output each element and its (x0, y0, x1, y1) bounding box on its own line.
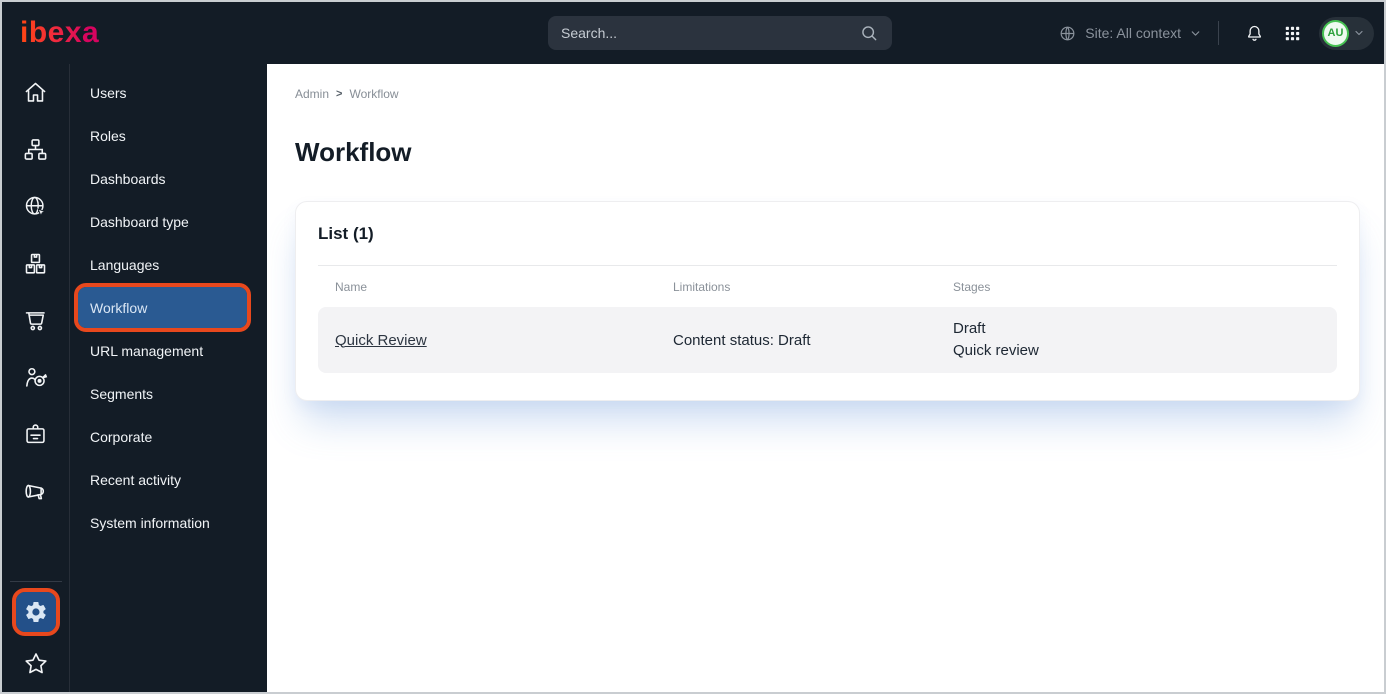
topbar: ibexa Search... Site: All context AU (2, 2, 1384, 64)
card-divider (318, 265, 1337, 266)
main-content: Admin > Workflow Workflow List (1) Name … (267, 64, 1384, 692)
chevron-down-icon (1189, 27, 1202, 40)
sidebar-item-roles[interactable]: Roles (70, 114, 267, 157)
avatar: AU (1322, 19, 1349, 47)
table-header: Name Limitations Stages (318, 280, 1337, 294)
sidebar-item-system-information[interactable]: System information (70, 501, 267, 544)
sidebar-item-dashboard-type[interactable]: Dashboard type (70, 200, 267, 243)
rail-item-site[interactable] (8, 178, 64, 235)
star-icon (22, 650, 50, 678)
sidebar-item-corporate[interactable]: Corporate (70, 415, 267, 458)
icon-rail (2, 64, 70, 692)
page-title: Workflow (295, 137, 412, 167)
sidebar-item-url-management[interactable]: URL management (70, 329, 267, 372)
rail-item-marketing[interactable] (8, 463, 64, 520)
rail-item-customers[interactable] (8, 349, 64, 406)
rail-item-admin-active[interactable] (11, 588, 60, 636)
breadcrumb-workflow: Workflow (349, 87, 399, 101)
workflow-stages: Draft Quick review (953, 318, 1320, 362)
chevron-down-icon (1353, 27, 1365, 39)
site-context-label: Site: All context (1085, 25, 1181, 41)
ibexa-logo[interactable]: ibexa (20, 16, 99, 50)
app-window: ibexa Search... Site: All context AU Use… (0, 0, 1386, 694)
column-header-stages: Stages (953, 280, 991, 294)
list-card-title: List (1) (318, 224, 374, 243)
gear-icon (24, 600, 48, 624)
person-target-icon (22, 364, 49, 391)
grid-icon (1283, 24, 1302, 43)
cart-icon (22, 307, 49, 334)
rail-item-bookmarks[interactable] (8, 644, 64, 684)
breadcrumb: Admin > Workflow (295, 87, 1360, 101)
global-search-input[interactable]: Search... (548, 16, 892, 50)
sidebar-item-workflow[interactable]: Workflow (74, 283, 251, 332)
topbar-divider (1218, 21, 1219, 45)
rail-item-product-catalog[interactable] (8, 235, 64, 292)
sidebar-item-dashboards[interactable]: Dashboards (70, 157, 267, 200)
search-placeholder: Search... (561, 25, 618, 41)
breadcrumb-admin[interactable]: Admin (295, 87, 329, 101)
topbar-right: Site: All context AU (1058, 16, 1374, 50)
workflow-list-card: List (1) Name Limitations Stages Quick R… (295, 201, 1360, 401)
id-badge-icon (22, 421, 49, 448)
sidebar-item-segments[interactable]: Segments (70, 372, 267, 415)
rail-item-content-tree[interactable] (8, 121, 64, 178)
packages-icon (22, 250, 49, 277)
notifications-button[interactable] (1239, 18, 1270, 49)
column-header-limitations: Limitations (673, 280, 731, 294)
globe-cursor-icon (22, 193, 49, 220)
globe-icon (1058, 24, 1077, 43)
home-icon (22, 79, 49, 106)
workflow-name-link[interactable]: Quick Review (335, 332, 427, 349)
search-icon (859, 23, 879, 43)
rail-divider (9, 581, 62, 582)
bell-icon (1244, 23, 1265, 44)
breadcrumb-separator: > (336, 88, 343, 100)
rail-item-dashboard[interactable] (8, 64, 64, 121)
stage-item: Draft (953, 320, 986, 337)
app-switcher-button[interactable] (1278, 19, 1307, 48)
column-header-name: Name (335, 280, 368, 294)
sidebar-item-languages[interactable]: Languages (70, 243, 267, 286)
sidebar-item-users[interactable]: Users (70, 71, 267, 114)
rail-item-commerce[interactable] (8, 292, 64, 349)
site-context-selector[interactable]: Site: All context (1058, 24, 1202, 43)
workflow-limitations: Content status: Draft (673, 331, 811, 349)
table-row: Quick Review Content status: Draft Draft… (318, 307, 1337, 373)
user-menu[interactable]: AU (1319, 16, 1374, 50)
megaphone-icon (22, 478, 49, 505)
stage-item: Quick review (953, 342, 1039, 359)
rail-item-corporate[interactable] (8, 406, 64, 463)
admin-sidebar: Users Roles Dashboards Dashboard type La… (70, 64, 267, 692)
sidebar-item-recent-activity[interactable]: Recent activity (70, 458, 267, 501)
sitemap-icon (22, 136, 49, 163)
